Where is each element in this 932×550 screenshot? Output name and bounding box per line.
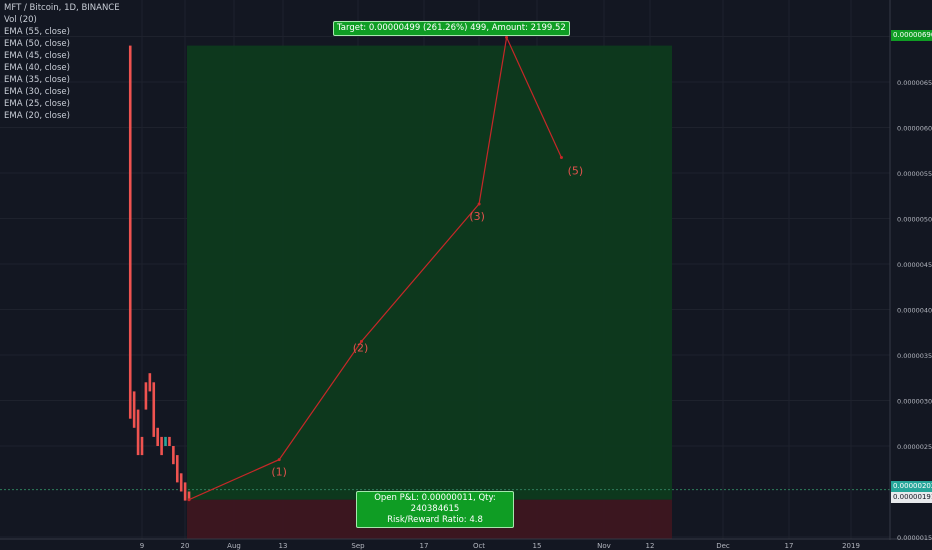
symbol-title[interactable]: MFT / Bitcoin, 1D, BINANCE [4,2,120,14]
y-axis: 0.000007000.000006500.000006000.00000550… [897,34,932,543]
x-tick-label: Nov [597,542,611,550]
y-tick-label: 0.00000450 [897,261,932,269]
wave-point[interactable] [277,458,281,462]
wave-label: (1) [271,466,287,479]
indicator-item[interactable]: EMA (50, close) [4,38,120,50]
candle[interactable] [175,455,179,483]
candle[interactable] [152,382,156,437]
indicator-item[interactable]: EMA (30, close) [4,86,120,98]
indicator-item[interactable]: EMA (55, close) [4,26,120,38]
y-tick-label: 0.00000300 [897,398,932,406]
y-tick-label: 0.00000650 [897,79,932,87]
wave-point[interactable] [187,498,191,502]
y-tick-label: 0.00000550 [897,170,932,178]
candle[interactable] [164,436,167,446]
wave-label: (3) [469,210,485,223]
x-tick-label: 9 [140,542,144,550]
y-tick-label: 0.00000350 [897,352,932,360]
x-tick-label: 2019 [842,542,860,550]
wave-point[interactable] [477,202,481,206]
candle[interactable] [128,45,132,419]
current-price-tag: 0.00000202 [891,481,932,492]
x-tick-label: Sep [351,542,365,550]
indicator-list: Vol (20) EMA (55, close) EMA (50, close) EM… [4,14,120,122]
profit-zone [187,45,672,500]
x-tick-label: 20 [181,542,190,550]
indicator-item[interactable]: Vol (20) [4,14,120,26]
x-tick-label: 17 [785,542,794,550]
candle[interactable] [179,473,183,492]
candle[interactable] [136,409,140,456]
x-tick-label: Oct [473,542,485,550]
x-tick-label: Dec [716,542,730,550]
candle[interactable] [160,436,163,456]
candle[interactable] [148,373,152,392]
y-tick-label: 0.00000600 [897,125,932,133]
y-tick-label: 0.00000500 [897,216,932,224]
entry-price-tag: 0.00000191 [891,492,932,503]
open-pnl-text: Open P&L: 0.00000011, Qty: 240384615 [374,493,496,514]
candle[interactable] [140,436,144,456]
chart-canvas[interactable]: (1)(2)(3)(4)(5) 0.000007000.000006500.00… [0,0,932,550]
indicator-item[interactable]: EMA (45, close) [4,50,120,62]
x-axis: 9 20 Aug 13 Sep 17 Oct 15 Nov 12 Dec 17 2019 [140,542,860,550]
indicator-item[interactable]: EMA (25, close) [4,98,120,110]
candle[interactable] [156,427,159,446]
wave-label: (5) [568,165,584,178]
x-tick-label: Aug [227,542,241,550]
risk-reward-text: Risk/Reward Ratio: 4.8 [387,515,483,525]
wave-label: (2) [353,341,369,354]
target-price-tag: 0.00000690 [891,30,932,41]
x-tick-label: 12 [646,542,655,550]
x-tick-label: 13 [279,542,288,550]
y-tick-label: 0.00000250 [897,443,932,451]
chart-legend: MFT / Bitcoin, 1D, BINANCE Vol (20) EMA (… [4,2,120,122]
candle[interactable] [168,436,171,446]
indicator-item[interactable]: EMA (20, close) [4,110,120,122]
wave-point[interactable] [559,156,563,160]
target-label[interactable]: Target: 0.00000499 (261.26%) 499, Amount… [333,21,570,36]
candle[interactable] [183,482,187,501]
candle[interactable] [132,391,136,428]
indicator-item[interactable]: EMA (40, close) [4,62,120,74]
pnl-label[interactable]: Open P&L: 0.00000011, Qty: 240384615 Ris… [356,491,514,528]
y-tick-label: 0.00000400 [897,307,932,315]
indicator-item[interactable]: EMA (35, close) [4,74,120,86]
y-tick-label: 0.00000150 [897,534,932,542]
candle[interactable] [144,382,148,410]
x-tick-label: 15 [533,542,542,550]
x-tick-label: 17 [420,542,429,550]
candles [128,45,191,501]
candle[interactable] [172,446,175,465]
